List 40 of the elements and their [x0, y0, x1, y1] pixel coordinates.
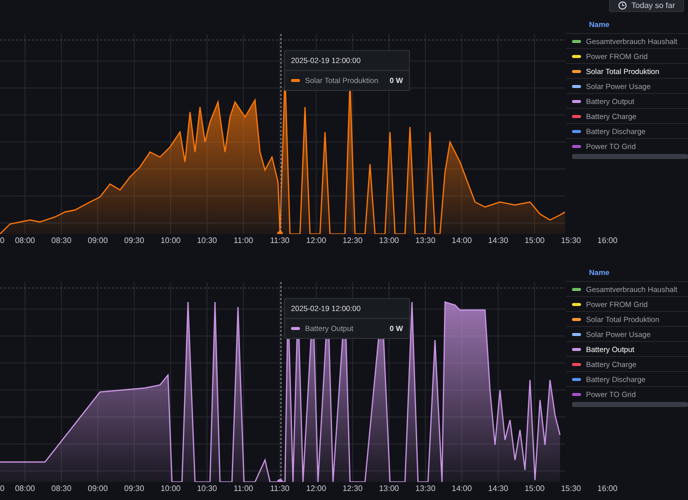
axis-tick-label: 11:30 [270, 484, 290, 493]
axis-tick-label: 10:30 [196, 236, 218, 245]
horizontal-scrollbar[interactable] [572, 402, 688, 407]
horizontal-scrollbar[interactable] [572, 154, 688, 159]
axis-tick-label: 11:00 [234, 236, 254, 245]
axis-tick-label: 12:30 [342, 236, 363, 245]
axis-tick-label: 11:00 [234, 484, 254, 493]
axis-tick-label: 08:00 [14, 236, 36, 245]
axis-tick-label: 16:00 [597, 484, 618, 493]
axis-tick-label: 09:00 [88, 484, 108, 493]
axis-tick-label: 10:00 [160, 484, 181, 493]
axis-tick-label: 13:30 [415, 236, 436, 245]
axis-tick-label: 0 [0, 236, 4, 245]
axis-tick-label: 10:00 [160, 236, 181, 245]
axis-tick-label: 08:30 [51, 484, 72, 493]
axis-tick-label: 12:00 [306, 484, 326, 493]
axis-tick-label: 16:00 [597, 236, 618, 245]
axis-tick-label: 0 [0, 484, 4, 493]
axis-tick-label: 12:30 [342, 484, 363, 493]
axis-tick-label: 08:30 [51, 236, 72, 245]
axis-tick-label: 14:00 [452, 484, 472, 493]
axis-tick-label: 09:00 [88, 236, 108, 245]
axis-tick-label: 15:30 [560, 484, 582, 493]
axis-tick-label: 08:00 [14, 484, 36, 493]
axis-tick-label: 14:00 [452, 236, 472, 245]
axis-tick-label: 10:30 [196, 484, 218, 493]
axis-tick-label: 11:30 [270, 236, 290, 245]
axis-tick-label: 15:00 [524, 236, 545, 245]
axis-tick-label: 14:30 [488, 484, 508, 493]
clock-icon [618, 1, 628, 10]
axis-tick-label: 14:30 [488, 236, 508, 245]
axis-tick-label: 13:00 [378, 484, 400, 493]
axis-tick-label: 09:30 [124, 484, 144, 493]
axis-tick-label: 15:00 [524, 484, 545, 493]
axis-tick-label: 12:00 [306, 236, 326, 245]
axis-tick-label: 15:30 [560, 236, 582, 245]
axis-tick-label: 09:30 [124, 236, 144, 245]
time-range-picker[interactable]: Today so far [609, 0, 684, 12]
axis-tick-label: 13:00 [378, 236, 400, 245]
axis-tick-label: 13:30 [415, 484, 436, 493]
